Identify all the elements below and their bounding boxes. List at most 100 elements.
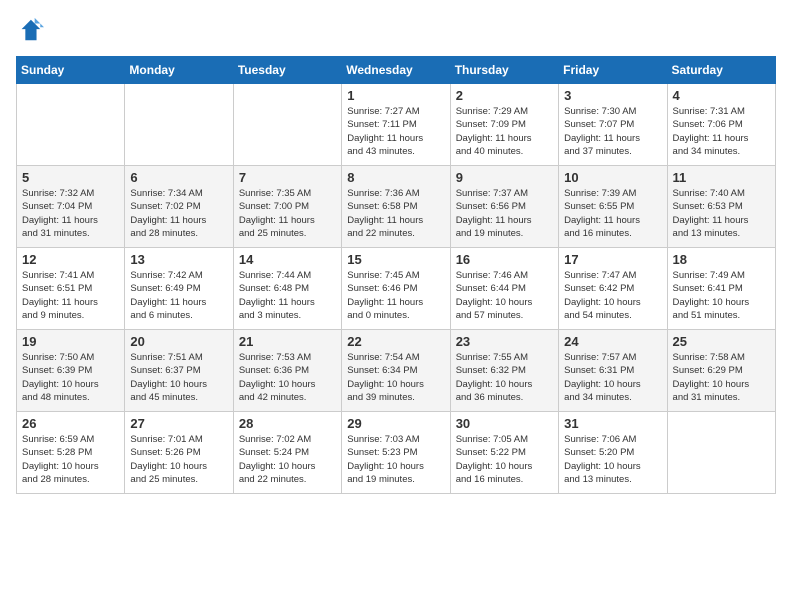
calendar-week-row: 5 Sunrise: 7:32 AM Sunset: 7:04 PM Daylig… [17, 166, 776, 248]
day-info: Sunrise: 7:47 AM Sunset: 6:42 PM Dayligh… [564, 269, 661, 322]
calendar-cell: 30 Sunrise: 7:05 AM Sunset: 5:22 PM Dayli… [450, 412, 558, 494]
day-number: 5 [22, 170, 119, 185]
calendar-cell: 6 Sunrise: 7:34 AM Sunset: 7:02 PM Daylig… [125, 166, 233, 248]
calendar-cell: 1 Sunrise: 7:27 AM Sunset: 7:11 PM Daylig… [342, 84, 450, 166]
calendar-cell: 19 Sunrise: 7:50 AM Sunset: 6:39 PM Dayli… [17, 330, 125, 412]
calendar-cell: 26 Sunrise: 6:59 AM Sunset: 5:28 PM Dayli… [17, 412, 125, 494]
calendar-cell: 2 Sunrise: 7:29 AM Sunset: 7:09 PM Daylig… [450, 84, 558, 166]
weekday-header: Tuesday [233, 57, 341, 84]
day-number: 2 [456, 88, 553, 103]
day-info: Sunrise: 7:51 AM Sunset: 6:37 PM Dayligh… [130, 351, 227, 404]
day-info: Sunrise: 7:36 AM Sunset: 6:58 PM Dayligh… [347, 187, 444, 240]
calendar-cell [667, 412, 775, 494]
day-number: 7 [239, 170, 336, 185]
day-info: Sunrise: 7:41 AM Sunset: 6:51 PM Dayligh… [22, 269, 119, 322]
day-number: 14 [239, 252, 336, 267]
page-header [16, 16, 776, 44]
day-number: 29 [347, 416, 444, 431]
calendar-cell: 27 Sunrise: 7:01 AM Sunset: 5:26 PM Dayli… [125, 412, 233, 494]
day-info: Sunrise: 7:55 AM Sunset: 6:32 PM Dayligh… [456, 351, 553, 404]
calendar-cell: 16 Sunrise: 7:46 AM Sunset: 6:44 PM Dayli… [450, 248, 558, 330]
calendar-cell: 23 Sunrise: 7:55 AM Sunset: 6:32 PM Dayli… [450, 330, 558, 412]
logo [16, 16, 48, 44]
day-number: 22 [347, 334, 444, 349]
calendar-week-row: 19 Sunrise: 7:50 AM Sunset: 6:39 PM Dayli… [17, 330, 776, 412]
day-info: Sunrise: 7:39 AM Sunset: 6:55 PM Dayligh… [564, 187, 661, 240]
weekday-header: Wednesday [342, 57, 450, 84]
day-info: Sunrise: 7:45 AM Sunset: 6:46 PM Dayligh… [347, 269, 444, 322]
day-number: 28 [239, 416, 336, 431]
day-info: Sunrise: 7:37 AM Sunset: 6:56 PM Dayligh… [456, 187, 553, 240]
day-number: 16 [456, 252, 553, 267]
calendar-cell [233, 84, 341, 166]
day-info: Sunrise: 7:29 AM Sunset: 7:09 PM Dayligh… [456, 105, 553, 158]
day-number: 13 [130, 252, 227, 267]
calendar-header-row: SundayMondayTuesdayWednesdayThursdayFrid… [17, 57, 776, 84]
day-number: 15 [347, 252, 444, 267]
calendar-cell: 12 Sunrise: 7:41 AM Sunset: 6:51 PM Dayli… [17, 248, 125, 330]
calendar-cell: 11 Sunrise: 7:40 AM Sunset: 6:53 PM Dayli… [667, 166, 775, 248]
day-number: 18 [673, 252, 770, 267]
calendar-table: SundayMondayTuesdayWednesdayThursdayFrid… [16, 56, 776, 494]
day-number: 27 [130, 416, 227, 431]
day-info: Sunrise: 6:59 AM Sunset: 5:28 PM Dayligh… [22, 433, 119, 486]
day-info: Sunrise: 7:49 AM Sunset: 6:41 PM Dayligh… [673, 269, 770, 322]
day-info: Sunrise: 7:50 AM Sunset: 6:39 PM Dayligh… [22, 351, 119, 404]
calendar-cell: 25 Sunrise: 7:58 AM Sunset: 6:29 PM Dayli… [667, 330, 775, 412]
weekday-header: Thursday [450, 57, 558, 84]
calendar-cell: 3Sunrise: 7:30 AM Sunset: 7:07 PM Daylig… [559, 84, 667, 166]
day-number: 31 [564, 416, 661, 431]
day-info: Sunrise: 7:27 AM Sunset: 7:11 PM Dayligh… [347, 105, 444, 158]
day-info: Sunrise: 7:54 AM Sunset: 6:34 PM Dayligh… [347, 351, 444, 404]
day-info: Sunrise: 7:40 AM Sunset: 6:53 PM Dayligh… [673, 187, 770, 240]
day-info: Sunrise: 7:42 AM Sunset: 6:49 PM Dayligh… [130, 269, 227, 322]
day-number: 21 [239, 334, 336, 349]
day-info: Sunrise: 7:05 AM Sunset: 5:22 PM Dayligh… [456, 433, 553, 486]
day-info: Sunrise: 7:32 AM Sunset: 7:04 PM Dayligh… [22, 187, 119, 240]
day-number: 3 [564, 88, 661, 103]
day-info: Sunrise: 7:01 AM Sunset: 5:26 PM Dayligh… [130, 433, 227, 486]
day-number: 26 [22, 416, 119, 431]
day-number: 8 [347, 170, 444, 185]
day-number: 1 [347, 88, 444, 103]
day-number: 4 [673, 88, 770, 103]
day-number: 30 [456, 416, 553, 431]
day-number: 19 [22, 334, 119, 349]
day-info: Sunrise: 7:34 AM Sunset: 7:02 PM Dayligh… [130, 187, 227, 240]
calendar-cell: 7 Sunrise: 7:35 AM Sunset: 7:00 PM Daylig… [233, 166, 341, 248]
calendar-cell: 15 Sunrise: 7:45 AM Sunset: 6:46 PM Dayli… [342, 248, 450, 330]
day-info: Sunrise: 7:58 AM Sunset: 6:29 PM Dayligh… [673, 351, 770, 404]
day-number: 9 [456, 170, 553, 185]
day-info: Sunrise: 7:31 AM Sunset: 7:06 PM Dayligh… [673, 105, 770, 158]
day-number: 11 [673, 170, 770, 185]
calendar-cell: 17 Sunrise: 7:47 AM Sunset: 6:42 PM Dayli… [559, 248, 667, 330]
weekday-header: Monday [125, 57, 233, 84]
calendar-cell: 22 Sunrise: 7:54 AM Sunset: 6:34 PM Dayli… [342, 330, 450, 412]
day-info: Sunrise: 7:35 AM Sunset: 7:00 PM Dayligh… [239, 187, 336, 240]
calendar-cell: 24Sunrise: 7:57 AM Sunset: 6:31 PM Dayli… [559, 330, 667, 412]
day-info: Sunrise: 7:02 AM Sunset: 5:24 PM Dayligh… [239, 433, 336, 486]
day-number: 6 [130, 170, 227, 185]
day-info: Sunrise: 7:53 AM Sunset: 6:36 PM Dayligh… [239, 351, 336, 404]
day-number: 10 [564, 170, 661, 185]
calendar-cell: 18 Sunrise: 7:49 AM Sunset: 6:41 PM Dayli… [667, 248, 775, 330]
calendar-cell: 13 Sunrise: 7:42 AM Sunset: 6:49 PM Dayli… [125, 248, 233, 330]
day-number: 23 [456, 334, 553, 349]
logo-icon [16, 16, 44, 44]
day-number: 24 [564, 334, 661, 349]
calendar-cell: 4 Sunrise: 7:31 AM Sunset: 7:06 PM Daylig… [667, 84, 775, 166]
day-number: 20 [130, 334, 227, 349]
weekday-header: Friday [559, 57, 667, 84]
day-number: 12 [22, 252, 119, 267]
calendar-cell: 9 Sunrise: 7:37 AM Sunset: 6:56 PM Daylig… [450, 166, 558, 248]
calendar-cell: 8 Sunrise: 7:36 AM Sunset: 6:58 PM Daylig… [342, 166, 450, 248]
day-info: Sunrise: 7:03 AM Sunset: 5:23 PM Dayligh… [347, 433, 444, 486]
calendar-cell [125, 84, 233, 166]
day-number: 25 [673, 334, 770, 349]
weekday-header: Saturday [667, 57, 775, 84]
calendar-cell: 20 Sunrise: 7:51 AM Sunset: 6:37 PM Dayli… [125, 330, 233, 412]
calendar-cell: 21 Sunrise: 7:53 AM Sunset: 6:36 PM Dayli… [233, 330, 341, 412]
day-number: 17 [564, 252, 661, 267]
day-info: Sunrise: 7:46 AM Sunset: 6:44 PM Dayligh… [456, 269, 553, 322]
calendar-cell: 5 Sunrise: 7:32 AM Sunset: 7:04 PM Daylig… [17, 166, 125, 248]
